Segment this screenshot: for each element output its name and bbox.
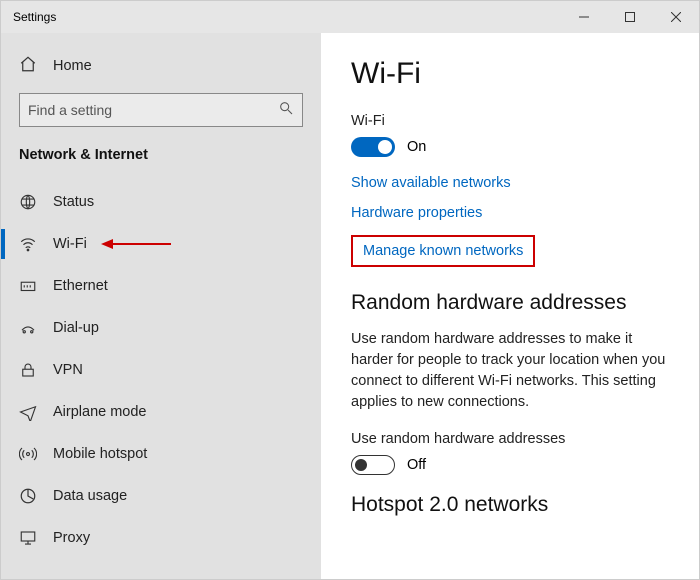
wifi-icon <box>19 235 37 253</box>
search-input[interactable] <box>28 102 278 118</box>
ethernet-icon <box>19 277 37 295</box>
search-icon <box>278 100 294 121</box>
random-toggle-row: Off <box>351 455 669 475</box>
sidebar-item-airplane[interactable]: Airplane mode <box>1 391 321 433</box>
sidebar-item-label: Wi-Fi <box>53 236 87 252</box>
sidebar-item-label: Dial-up <box>53 320 99 336</box>
sidebar: Home Network & Internet Status Wi-Fi <box>1 33 321 579</box>
dialup-icon <box>19 319 37 337</box>
titlebar: Settings <box>1 1 699 33</box>
datausage-icon <box>19 487 37 505</box>
sidebar-item-proxy[interactable]: Proxy <box>1 517 321 559</box>
home-icon <box>19 55 37 77</box>
hotspot-icon <box>19 445 37 463</box>
wifi-toggle-label: Wi-Fi <box>351 113 669 129</box>
sidebar-item-dialup[interactable]: Dial-up <box>1 307 321 349</box>
sidebar-item-ethernet[interactable]: Ethernet <box>1 265 321 307</box>
sidebar-item-status[interactable]: Status <box>1 181 321 223</box>
sidebar-item-label: Data usage <box>53 488 127 504</box>
sidebar-item-hotspot[interactable]: Mobile hotspot <box>1 433 321 475</box>
wifi-toggle-row: On <box>351 137 669 157</box>
home-button[interactable]: Home <box>1 47 321 85</box>
annotation-arrow <box>101 237 171 251</box>
sidebar-item-wifi[interactable]: Wi-Fi <box>1 223 321 265</box>
page-title: Wi-Fi <box>351 57 669 91</box>
wifi-toggle[interactable] <box>351 137 395 157</box>
window-title: Settings <box>1 10 561 24</box>
sidebar-item-label: VPN <box>53 362 83 378</box>
minimize-button[interactable] <box>561 1 607 33</box>
wifi-toggle-state: On <box>407 139 426 155</box>
window-body: Home Network & Internet Status Wi-Fi <box>1 33 699 579</box>
search-box[interactable] <box>19 93 303 127</box>
airplane-icon <box>19 403 37 421</box>
sidebar-item-label: Proxy <box>53 530 90 546</box>
random-toggle-label: Use random hardware addresses <box>351 431 669 447</box>
sidebar-item-label: Airplane mode <box>53 404 147 420</box>
link-show-available-networks[interactable]: Show available networks <box>351 175 669 191</box>
proxy-icon <box>19 529 37 547</box>
link-manage-known-networks[interactable]: Manage known networks <box>351 235 535 267</box>
random-toggle-state: Off <box>407 457 426 473</box>
hotspot-heading: Hotspot 2.0 networks <box>351 493 669 517</box>
home-label: Home <box>53 58 92 74</box>
sidebar-item-label: Status <box>53 194 94 210</box>
content-pane: Wi-Fi Wi-Fi On Show available networks H… <box>321 33 699 579</box>
random-addresses-heading: Random hardware addresses <box>351 291 669 315</box>
category-heading: Network & Internet <box>1 141 321 181</box>
sidebar-item-label: Mobile hotspot <box>53 446 147 462</box>
random-addresses-description: Use random hardware addresses to make it… <box>351 329 669 413</box>
link-hardware-properties[interactable]: Hardware properties <box>351 205 669 221</box>
sidebar-item-label: Ethernet <box>53 278 108 294</box>
maximize-button[interactable] <box>607 1 653 33</box>
status-icon <box>19 193 37 211</box>
close-button[interactable] <box>653 1 699 33</box>
sidebar-item-vpn[interactable]: VPN <box>1 349 321 391</box>
window-controls <box>561 1 699 33</box>
vpn-icon <box>19 361 37 379</box>
random-addresses-toggle[interactable] <box>351 455 395 475</box>
sidebar-item-datausage[interactable]: Data usage <box>1 475 321 517</box>
search-row <box>1 85 321 141</box>
settings-window: Settings Home Network & Internet Status <box>0 0 700 580</box>
